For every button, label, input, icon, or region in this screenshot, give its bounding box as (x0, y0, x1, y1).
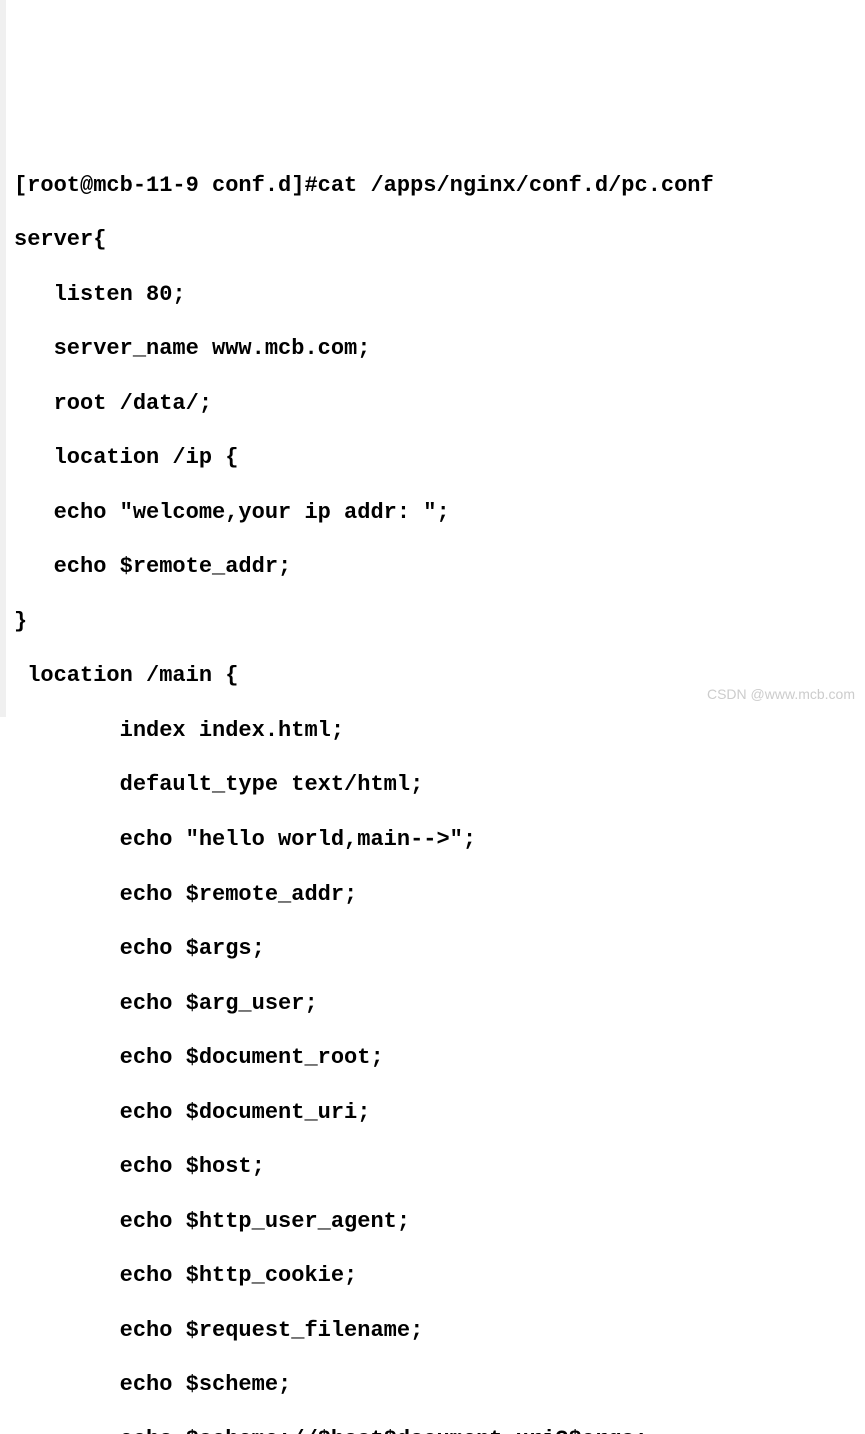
prompt-line-1: [root@mcb-11-9 conf.d]#cat /apps/nginx/c… (14, 172, 861, 199)
watermark-text: CSDN @www.mcb.com (707, 686, 855, 703)
config-line: location /ip { (14, 444, 861, 471)
config-line: echo $remote_addr; (14, 553, 861, 580)
config-line: echo $request_filename; (14, 1317, 861, 1344)
config-line: echo $remote_addr; (14, 881, 861, 908)
config-line: echo $host; (14, 1153, 861, 1180)
config-line: server{ (14, 226, 861, 253)
config-line: echo $document_root; (14, 1044, 861, 1071)
config-line: echo $args; (14, 935, 861, 962)
left-strip (0, 0, 6, 717)
config-line: echo $http_cookie; (14, 1262, 861, 1289)
config-line: echo $scheme://$host$document_uri?$args; (14, 1426, 861, 1434)
config-line: } (14, 608, 861, 635)
config-line: echo $arg_user; (14, 990, 861, 1017)
config-line: listen 80; (14, 281, 861, 308)
config-line: echo "welcome,your ip addr: "; (14, 499, 861, 526)
config-line: echo $document_uri; (14, 1099, 861, 1126)
config-line: index index.html; (14, 717, 861, 744)
config-line: server_name www.mcb.com; (14, 335, 861, 362)
config-line: echo "hello world,main-->"; (14, 826, 861, 853)
config-line: default_type text/html; (14, 771, 861, 798)
config-line: echo $scheme; (14, 1371, 861, 1398)
config-line: root /data/; (14, 390, 861, 417)
config-line: echo $http_user_agent; (14, 1208, 861, 1235)
